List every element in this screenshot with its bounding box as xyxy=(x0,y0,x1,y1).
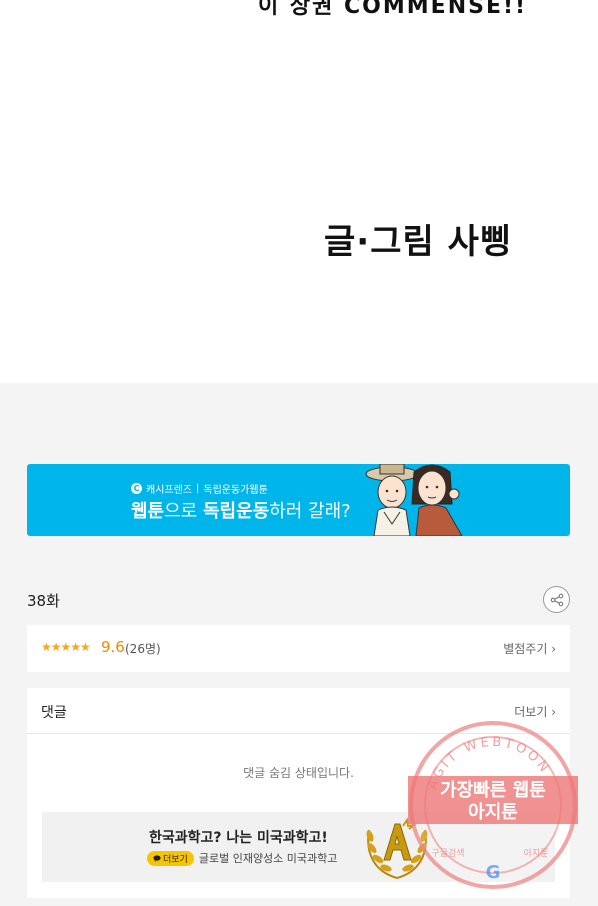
banner-headline: 웹툰으로 독립운동하러 갈래? xyxy=(131,497,351,523)
comments-more-link[interactable]: 더보기 › xyxy=(514,703,556,720)
banner-headline-post: 하러 갈래? xyxy=(269,501,351,522)
banner-brand-line: C 캐시프렌즈 | 독립운동가웹툰 xyxy=(131,481,268,496)
episode-title: 38화 xyxy=(27,592,60,610)
comments-section: 댓글 더보기 › 댓글 숨김 상태입니다. 한국과학고? 나는 미국과학고! 더… xyxy=(27,688,570,898)
ad-subtitle: 글로벌 인재양성소 미국과학고 xyxy=(198,852,338,865)
rating-score: 9.6 xyxy=(101,638,125,656)
comic-credit: 글·그림 사삥 xyxy=(324,222,513,262)
rating-box: ★★★★★ 9.6 (26명) 별점주기 › xyxy=(27,625,570,672)
rate-button[interactable]: 별점주기 › xyxy=(503,640,556,657)
laurel-logo-icon xyxy=(366,817,428,879)
comments-header: 댓글 더보기 › xyxy=(27,688,570,734)
ad-subtitle-line: 더보기 글로벌 인재양성소 미국과학고 xyxy=(147,850,337,866)
share-icon xyxy=(550,593,563,606)
banner-headline-pre: 웹툰 xyxy=(131,501,165,522)
ad-banner[interactable]: 한국과학고? 나는 미국과학고! 더보기 글로벌 인재양성소 미국과학고 xyxy=(42,812,555,882)
comments-title: 댓글 xyxy=(41,705,67,721)
ad-more-label: 더보기 xyxy=(163,854,188,865)
banner-headline-bold: 독립운동 xyxy=(202,501,270,522)
banner-characters-illustration xyxy=(365,464,463,536)
banner-separator: | xyxy=(196,483,200,494)
cash-friends-icon: C xyxy=(131,483,142,494)
ad-more-badge[interactable]: 더보기 xyxy=(147,850,194,866)
comments-hidden-message: 댓글 숨김 상태입니다. xyxy=(243,766,354,780)
speech-bubble-icon xyxy=(153,854,161,862)
rating-stars: ★★★★★ xyxy=(41,640,91,654)
ad-title: 한국과학고? 나는 미국과학고! xyxy=(149,830,328,846)
rating-count: (26명) xyxy=(125,642,161,656)
banner-brand: 캐시프렌즈 xyxy=(146,485,192,496)
comic-top-text: 이 상권 COMMENSE!! xyxy=(258,0,528,19)
promo-banner[interactable]: C 캐시프렌즈 | 독립운동가웹툰 웹툰으로 독립운동하러 갈래? xyxy=(27,464,570,536)
banner-tagline: 독립운동가웹툰 xyxy=(203,485,268,496)
banner-headline-mid: 으로 xyxy=(164,501,203,522)
share-button[interactable] xyxy=(543,586,570,613)
comic-panel: 이 상권 COMMENSE!! 글·그림 사삥 xyxy=(0,0,598,383)
